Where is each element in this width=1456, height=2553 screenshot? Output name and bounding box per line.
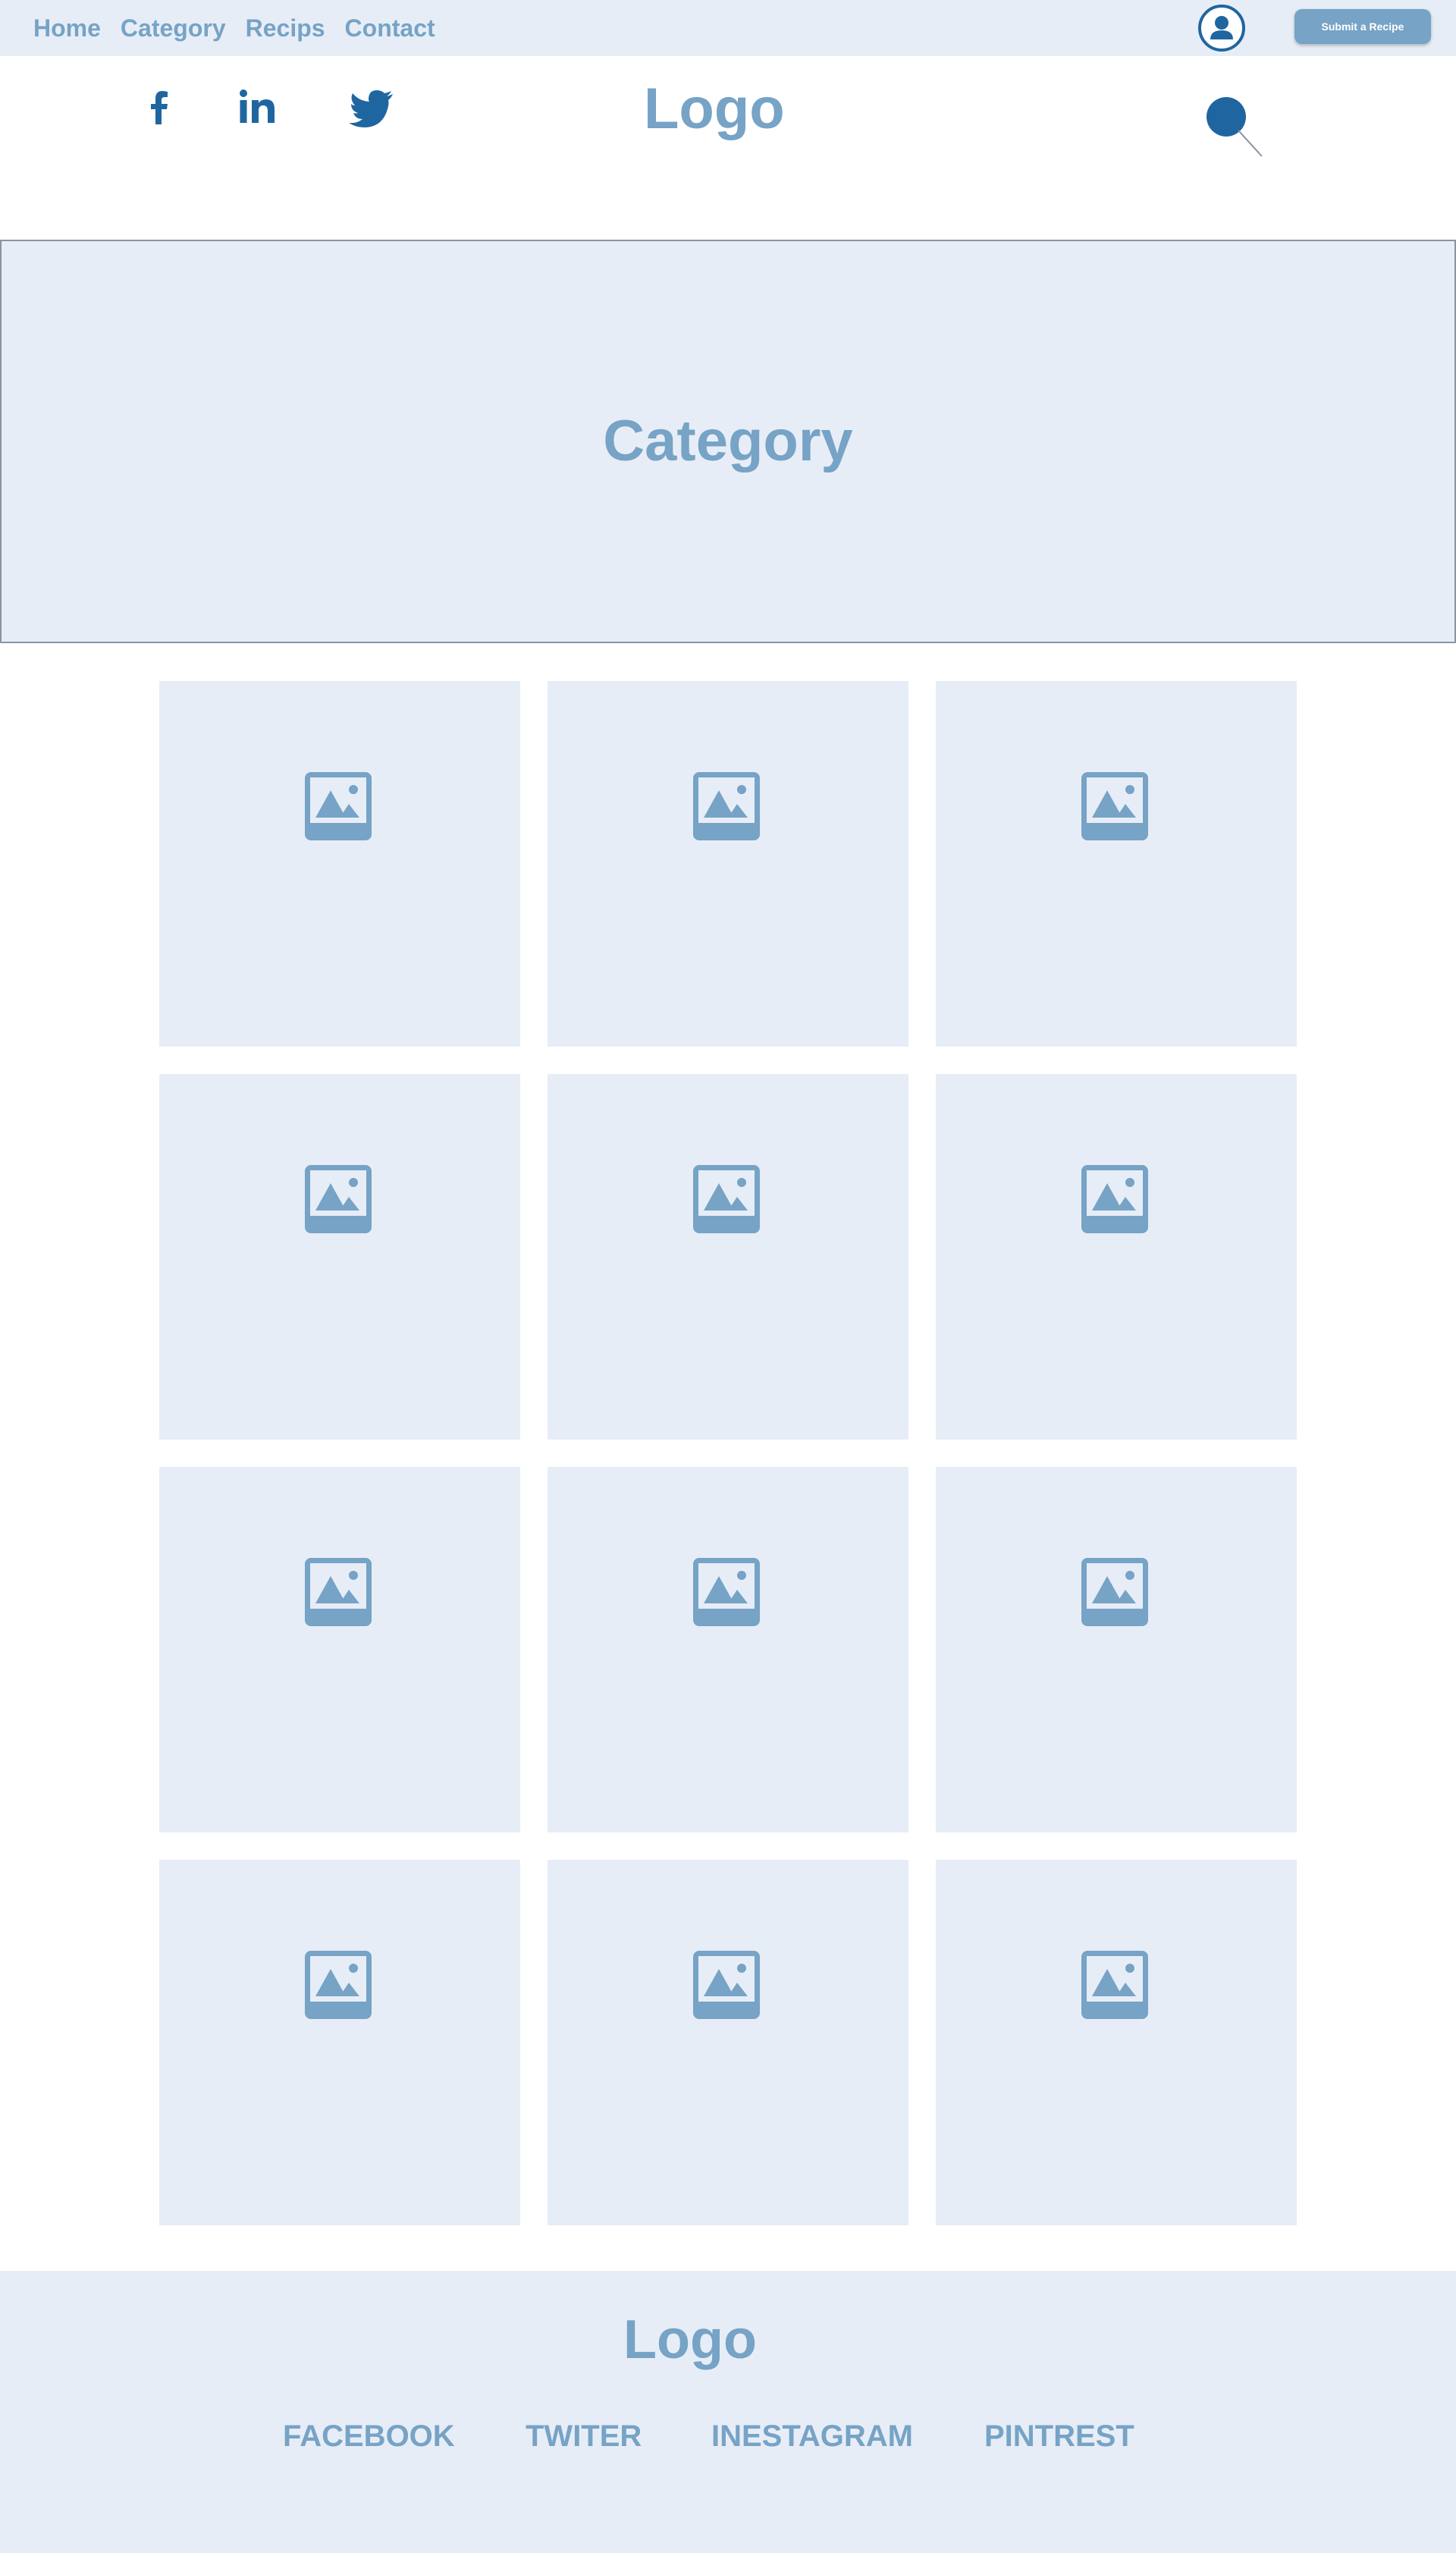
footer-pintrest-link[interactable]: PINTREST (984, 2420, 1134, 2454)
image-placeholder-icon (305, 1558, 372, 1626)
image-placeholder-icon (1081, 1951, 1148, 2019)
image-placeholder-icon (693, 772, 760, 840)
footer: Logo FACEBOOK TWITER INESTAGRAM PINTREST (0, 2271, 1456, 2553)
recipe-card[interactable] (936, 1467, 1297, 1832)
footer-facebook-link[interactable]: FACEBOOK (283, 2420, 455, 2454)
recipe-card[interactable] (159, 681, 520, 1047)
recipe-card[interactable] (936, 1860, 1297, 2225)
recipe-card[interactable] (936, 681, 1297, 1047)
nav-category-link[interactable]: Category (121, 12, 226, 44)
facebook-icon[interactable] (136, 85, 182, 130)
image-placeholder-icon (693, 1558, 760, 1626)
nav-recips-link[interactable]: Recips (246, 12, 325, 44)
category-hero: Category (0, 240, 1456, 643)
top-nav-bar: Home Category Recips Contact Submit a Re… (0, 0, 1456, 56)
recipe-card[interactable] (548, 1860, 908, 2225)
footer-logo[interactable]: Logo (0, 2309, 1380, 2371)
image-placeholder-icon (693, 1165, 760, 1233)
search-icon[interactable] (1204, 96, 1265, 159)
user-account-icon[interactable] (1198, 5, 1245, 52)
main-nav: Home Category Recips Contact (33, 12, 435, 44)
recipe-card[interactable] (159, 1074, 520, 1440)
image-placeholder-icon (305, 1951, 372, 2019)
image-placeholder-icon (1081, 1558, 1148, 1626)
submit-recipe-button[interactable]: Submit a Recipe (1294, 9, 1431, 44)
recipe-card[interactable] (159, 1467, 520, 1832)
recipe-card[interactable] (548, 1467, 908, 1832)
image-placeholder-icon (305, 1165, 372, 1233)
twitter-icon[interactable] (346, 85, 399, 130)
recipe-card[interactable] (548, 681, 908, 1047)
image-placeholder-icon (305, 772, 372, 840)
recipe-card[interactable] (936, 1074, 1297, 1440)
nav-contact-link[interactable]: Contact (345, 12, 435, 44)
footer-inestagram-link[interactable]: INESTAGRAM (711, 2420, 913, 2454)
image-placeholder-icon (1081, 1165, 1148, 1233)
footer-twiter-link[interactable]: TWITER (526, 2420, 642, 2454)
recipe-card[interactable] (548, 1074, 908, 1440)
linkedin-icon[interactable] (236, 85, 281, 130)
image-placeholder-icon (1081, 772, 1148, 840)
recipe-card[interactable] (159, 1860, 520, 2225)
header-logo[interactable]: Logo (644, 76, 785, 142)
nav-home-link[interactable]: Home (33, 12, 101, 44)
image-placeholder-icon (693, 1951, 760, 2019)
page-title: Category (603, 409, 853, 473)
